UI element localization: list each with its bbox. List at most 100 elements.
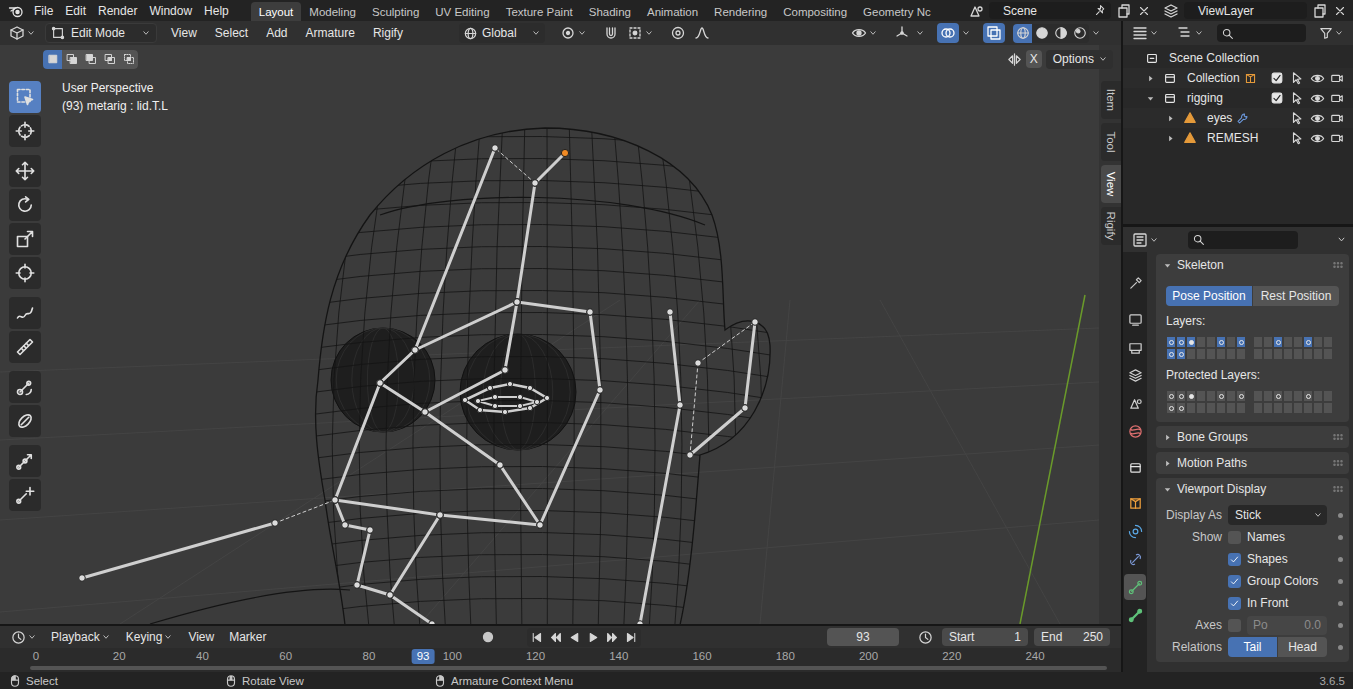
render-toggle[interactable] (1327, 128, 1347, 148)
editor-type-button[interactable] (1129, 230, 1162, 250)
visibility-toggle[interactable] (1307, 68, 1327, 88)
selectable-toggle[interactable] (1287, 88, 1307, 108)
panel-header[interactable]: Motion Paths (1156, 452, 1349, 474)
layer-cell[interactable] (1293, 348, 1303, 360)
layer-cell[interactable] (1313, 390, 1323, 402)
xray-toggle[interactable] (983, 23, 1005, 43)
exclude-checkbox[interactable] (1267, 128, 1287, 148)
viewport-menu[interactable]: Select (207, 23, 256, 43)
menu-item[interactable]: Edit (59, 1, 92, 21)
timeline-menu[interactable]: Keying (123, 627, 184, 647)
workspace-tab[interactable]: Layout (251, 2, 302, 21)
select-mode-button[interactable] (81, 50, 100, 69)
visibility-toggle[interactable] (1307, 88, 1327, 108)
transport-button[interactable] (527, 628, 546, 647)
editor-type-button[interactable] (8, 627, 40, 647)
properties-tab[interactable] (1124, 418, 1146, 444)
layer-cell[interactable] (1323, 390, 1333, 402)
tool-button[interactable] (9, 81, 41, 113)
menu-item[interactable]: Window (143, 1, 198, 21)
layer-cell[interactable] (1313, 348, 1323, 360)
outliner-row[interactable]: Collection (1123, 68, 1353, 88)
properties-tab[interactable] (1124, 574, 1146, 600)
tool-button[interactable] (9, 405, 41, 437)
mirror-x-toggle[interactable]: X (1026, 50, 1042, 68)
chevron-icon[interactable] (1336, 234, 1347, 245)
visibility-toggle[interactable] (1307, 108, 1327, 128)
layer-cell[interactable] (1293, 336, 1303, 348)
menu-item[interactable]: File (28, 1, 59, 21)
layer-cell[interactable] (1216, 390, 1226, 402)
layer-cell[interactable] (1273, 402, 1283, 414)
exclude-checkbox[interactable] (1267, 108, 1287, 128)
layer-cell[interactable] (1323, 402, 1333, 414)
filter-button[interactable] (1316, 23, 1347, 43)
layer-cell[interactable] (1206, 402, 1216, 414)
checkbox-option[interactable]: Shapes (1228, 552, 1327, 566)
layer-cell[interactable] (1313, 402, 1323, 414)
scene-icon[interactable] (968, 3, 984, 19)
layer-cell[interactable] (1303, 336, 1313, 348)
workspace-tab[interactable]: Compositing (775, 2, 855, 21)
properties-tab[interactable] (1124, 518, 1146, 544)
proportional-toggle[interactable] (667, 23, 689, 43)
snap-target-button[interactable] (624, 23, 657, 43)
keyframe-decorator[interactable] (1338, 579, 1343, 584)
scrollbar-thumb[interactable] (30, 666, 1107, 670)
layer-cell[interactable] (1226, 348, 1236, 360)
pivot-button[interactable] (557, 23, 590, 43)
checkbox-option[interactable]: In Front (1228, 596, 1327, 610)
copy-icon[interactable] (1312, 3, 1328, 19)
sidebar-tab[interactable]: View (1101, 165, 1121, 203)
workspace-tab[interactable]: Modeling (301, 2, 364, 21)
orientation-dropdown[interactable]: Global (459, 23, 545, 43)
transport-button[interactable] (622, 628, 641, 647)
outliner-row[interactable]: eyes (1123, 108, 1353, 128)
blender-menu-button[interactable] (6, 1, 26, 21)
keyframe-decorator[interactable] (1338, 645, 1343, 650)
expand-arrow[interactable] (1165, 133, 1179, 144)
layer-cell[interactable] (1283, 336, 1293, 348)
select-mode-button[interactable] (62, 50, 81, 69)
layer-cell[interactable] (1283, 390, 1293, 402)
segment-button[interactable]: Rest Position (1253, 286, 1339, 306)
display-as-dropdown[interactable]: Stick (1228, 505, 1327, 525)
layer-cell[interactable] (1176, 336, 1186, 348)
layer-cell[interactable] (1263, 336, 1273, 348)
overlay-toggle[interactable] (937, 23, 959, 43)
current-frame-field[interactable]: 93 (827, 628, 899, 646)
layer-cell[interactable] (1166, 390, 1176, 402)
workspace-tab[interactable]: UV Editing (427, 2, 497, 21)
shading-mode-button[interactable] (1013, 24, 1032, 43)
properties-tab[interactable] (1124, 334, 1146, 360)
viewlayer-icon[interactable] (1163, 3, 1179, 19)
timeline-body[interactable]: 02040608010012014016018020022024093 (0, 648, 1121, 672)
shading-mode-button[interactable] (1032, 24, 1051, 43)
transport-button[interactable] (603, 628, 622, 647)
checkbox[interactable] (1228, 531, 1241, 544)
mode-dropdown[interactable]: Edit Mode (45, 23, 157, 43)
checkbox[interactable] (1228, 619, 1241, 632)
layer-cell[interactable] (1216, 348, 1226, 360)
properties-tab[interactable] (1124, 546, 1146, 572)
layer-cell[interactable] (1303, 348, 1313, 360)
render-toggle[interactable] (1327, 108, 1347, 128)
expand-arrow[interactable] (1145, 93, 1159, 104)
selectable-toggle[interactable] (1287, 108, 1307, 128)
layer-cell[interactable] (1186, 390, 1196, 402)
checkbox[interactable] (1228, 553, 1241, 566)
layer-cell[interactable] (1236, 402, 1246, 414)
panel-header[interactable]: Skeleton (1156, 254, 1349, 276)
layer-cell[interactable] (1303, 390, 1313, 402)
outliner-row[interactable]: REMESH (1123, 128, 1353, 148)
transport-button[interactable] (546, 628, 565, 647)
layer-cell[interactable] (1236, 390, 1246, 402)
menu-item[interactable]: Help (198, 1, 235, 21)
layer-cell[interactable] (1313, 336, 1323, 348)
viewport-menu[interactable]: Armature (298, 23, 363, 43)
editor-type-button[interactable] (1129, 23, 1162, 43)
chevron-icon[interactable] (961, 28, 971, 38)
layer-cell[interactable] (1196, 402, 1206, 414)
keyframe-decorator[interactable] (1338, 513, 1343, 518)
tool-button[interactable] (9, 371, 41, 403)
